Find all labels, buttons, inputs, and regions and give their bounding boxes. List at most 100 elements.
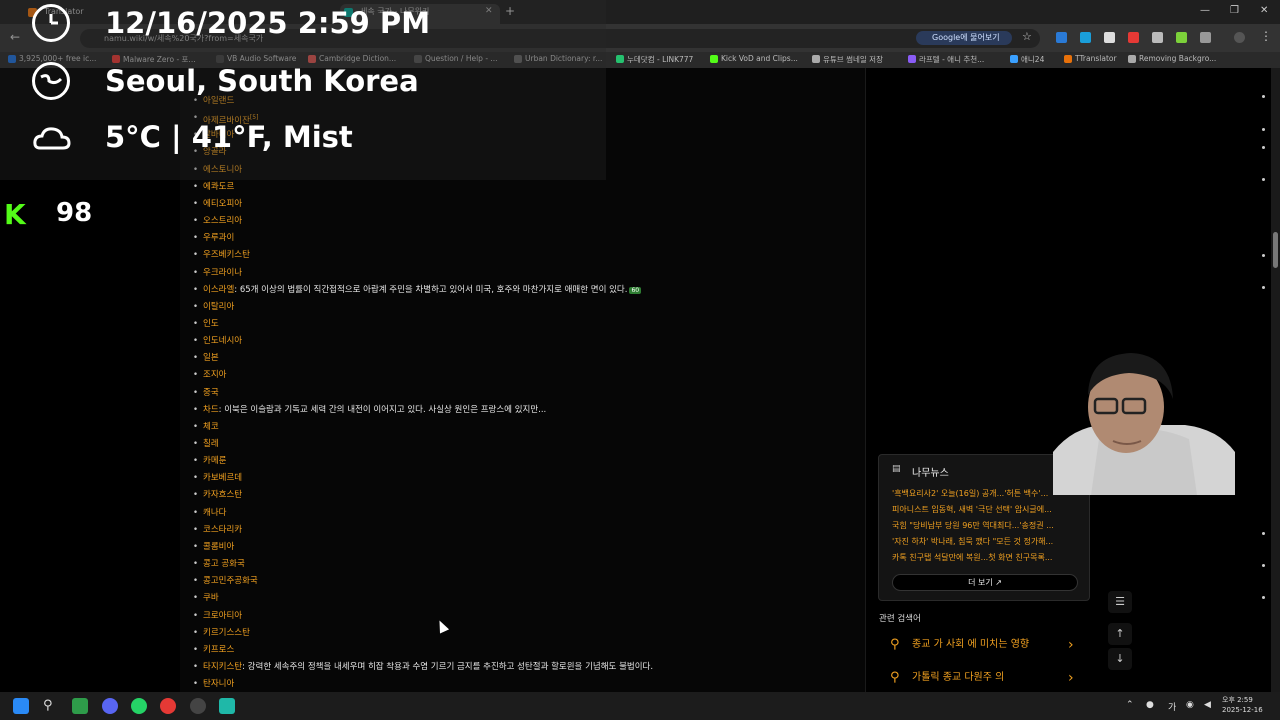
news-more-button[interactable]: 더 보기 ↗	[892, 574, 1078, 591]
country-link[interactable]: 체코	[203, 422, 219, 432]
country-list-item: 카자흐스탄	[193, 489, 242, 501]
related-search-item[interactable]: ⚲ 가톨릭 종교 다원주 의 ›	[878, 663, 1090, 693]
extension-icon[interactable]	[1152, 32, 1163, 43]
country-link[interactable]: 이스라엘	[203, 285, 234, 295]
scroll-up-button[interactable]: ↑	[1108, 623, 1132, 645]
menu-kebab-icon[interactable]: ⋮	[1260, 29, 1272, 43]
news-item[interactable]: 카톡 친구탭 석달만에 복원...첫 화면 친구목록...	[892, 552, 1078, 563]
profile-avatar[interactable]	[1234, 32, 1245, 43]
google-ask-button[interactable]: Google에 물어보기	[916, 31, 1012, 45]
country-link[interactable]: 콩고 공화국	[203, 559, 245, 569]
country-link[interactable]: 차드	[203, 405, 219, 415]
scroll-down-button[interactable]: ↓	[1108, 648, 1132, 670]
news-item[interactable]: 피아니스트 임동혁, 새벽 '극단 선택' 암시글에...	[892, 504, 1078, 515]
extensions-puzzle-icon[interactable]	[1200, 32, 1211, 43]
volume-icon[interactable]: ◀	[1204, 700, 1211, 710]
country-link[interactable]: 크로아티아	[203, 611, 242, 621]
country-link[interactable]: 콩고민주공화국	[203, 576, 258, 586]
windows-start-icon[interactable]	[13, 698, 29, 714]
country-list-item: 우즈베키스탄	[193, 249, 250, 261]
country-link[interactable]: 칠레	[203, 439, 219, 449]
country-link[interactable]: 우크라이나	[203, 268, 242, 278]
taskbar-date[interactable]: 2025-12-16	[1222, 706, 1263, 714]
country-link[interactable]: 인도네시아	[203, 336, 242, 346]
related-search-item[interactable]: ⚲ 종교 가 사회 에 미치는 영향 ›	[878, 630, 1090, 660]
bookmark-item[interactable]: Kick VoD and Clips...	[710, 54, 798, 63]
country-link[interactable]: 키르기스스탄	[203, 628, 250, 638]
extension-icon[interactable]	[1080, 32, 1091, 43]
country-list-item: 콜롬비아	[193, 541, 234, 553]
scrollbar[interactable]	[1271, 68, 1280, 692]
close-window-button[interactable]: ✕	[1260, 5, 1268, 16]
chrome-icon[interactable]	[160, 698, 176, 714]
scrollbar-thumb[interactable]	[1273, 232, 1278, 268]
country-link[interactable]: 카자흐스탄	[203, 490, 242, 500]
extension-icon[interactable]	[1128, 32, 1139, 43]
globe-icon	[32, 62, 70, 100]
country-link[interactable]: 키프로스	[203, 645, 234, 655]
country-link[interactable]: 쿠바	[203, 593, 219, 603]
kick-logo: K	[4, 198, 26, 231]
bookmark-item[interactable]: 라프텔 - 애니 추천...	[908, 54, 984, 65]
maximize-button[interactable]: ❐	[1230, 5, 1239, 16]
obs-icon[interactable]	[190, 698, 206, 714]
country-list-item: 차드: 이북은 이슬람과 기독교 세력 간의 내전이 이어지고 있다. 사실상 …	[193, 404, 546, 416]
country-link[interactable]: 오스트리아	[203, 216, 242, 226]
section-marker	[1262, 596, 1265, 599]
bookmark-item[interactable]: TTranslator	[1064, 54, 1117, 63]
extension-icon[interactable]	[1176, 32, 1187, 43]
app-icon[interactable]	[219, 698, 235, 714]
minimize-button[interactable]: —	[1200, 5, 1210, 16]
search-icon[interactable]: ⚲	[43, 698, 59, 714]
network-icon[interactable]: ◉	[1186, 700, 1194, 710]
country-link[interactable]: 카보베르데	[203, 473, 242, 483]
toc-button[interactable]: ☰	[1108, 591, 1132, 613]
app-icon[interactable]	[72, 698, 88, 714]
viewer-count: 98	[56, 198, 93, 228]
section-marker	[1262, 128, 1265, 131]
country-link[interactable]: 중국	[203, 388, 219, 398]
section-marker	[1262, 178, 1265, 181]
section-marker	[1262, 254, 1265, 257]
country-list-item: 카메룬	[193, 455, 227, 467]
section-marker	[1262, 286, 1265, 289]
news-item[interactable]: '흑백요리사2' 오늘(16일) 공개...'허튼 백수'...	[892, 488, 1078, 499]
country-link[interactable]: 캐나다	[203, 508, 226, 518]
country-list-item: 캐나다	[193, 507, 227, 519]
country-link[interactable]: 타지키스탄	[203, 662, 242, 672]
microphone-icon[interactable]: ●	[1146, 700, 1154, 710]
country-link[interactable]: 에콰도르	[203, 182, 234, 192]
country-link[interactable]: 콜롬비아	[203, 542, 234, 552]
country-link[interactable]: 조지아	[203, 370, 226, 380]
bookmark-star-icon[interactable]: ☆	[1022, 30, 1032, 43]
country-link[interactable]: 일본	[203, 353, 219, 363]
news-item[interactable]: '자진 하차' 박나래, 침묵 깼다 "모든 것 정가해...	[892, 536, 1078, 547]
country-link[interactable]: 코스타리카	[203, 525, 242, 535]
country-link[interactable]: 카메룬	[203, 456, 226, 466]
section-marker	[1262, 564, 1265, 567]
country-list-item: 이탈리아	[193, 301, 234, 313]
discord-icon[interactable]	[102, 698, 118, 714]
country-link[interactable]: 우즈베키스탄	[203, 250, 250, 260]
news-item[interactable]: 국힘 "당비납부 당원 96만 역대최다...'송정권 ...	[892, 520, 1078, 531]
extension-icon[interactable]	[1056, 32, 1067, 43]
ime-indicator[interactable]: 가	[1168, 700, 1176, 713]
bookmark-item[interactable]: Removing Backgro...	[1128, 54, 1216, 63]
bookmark-item[interactable]: 유튜브 썸네일 저장	[812, 54, 883, 65]
webcam-feed	[1053, 347, 1235, 495]
bookmark-item[interactable]: 애니24	[1010, 54, 1044, 65]
tray-overflow-icon[interactable]: ⌃	[1126, 700, 1134, 710]
country-list-item: 칠레	[193, 438, 219, 450]
extension-icon[interactable]	[1104, 32, 1115, 43]
country-link[interactable]: 에티오피아	[203, 199, 242, 209]
country-link[interactable]: 우루과이	[203, 233, 234, 243]
country-link[interactable]: 인도	[203, 319, 219, 329]
section-marker	[1262, 95, 1265, 98]
country-link[interactable]: 이탈리아	[203, 302, 234, 312]
taskbar-time[interactable]: 오후 2:59	[1222, 695, 1253, 705]
country-list-item: 타지키스탄: 강력한 세속주의 정책을 내세우며 히잡 착용과 수염 기르기 금…	[193, 661, 653, 673]
country-list-item: 일본	[193, 352, 219, 364]
country-link[interactable]: 탄자니아	[203, 679, 234, 689]
whatsapp-icon[interactable]	[131, 698, 147, 714]
bookmark-item[interactable]: 누데닷컴 - LINK777	[616, 54, 693, 65]
